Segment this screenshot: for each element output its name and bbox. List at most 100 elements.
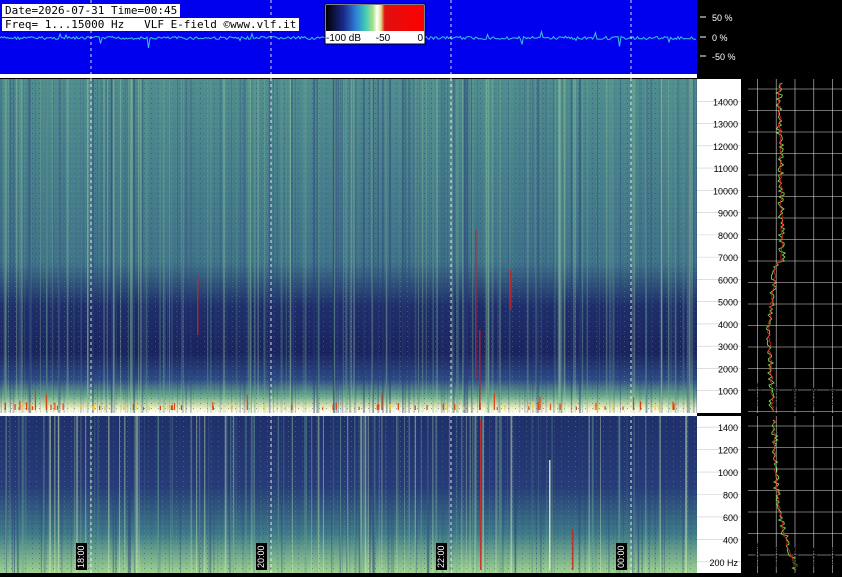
upper-streak — [389, 79, 391, 413]
upper-streak — [689, 79, 691, 413]
burst — [658, 404, 660, 410]
upper-streak — [650, 79, 652, 413]
lower-streak — [420, 416, 422, 573]
spectrogram-divider — [0, 413, 697, 416]
burst — [123, 403, 125, 410]
burst — [654, 403, 656, 410]
upper-streak — [219, 79, 222, 413]
upper-streak — [552, 79, 555, 413]
upper-streak — [4, 79, 7, 413]
lower-streak — [318, 416, 320, 573]
lower-streak — [235, 416, 238, 573]
upper-streak — [340, 79, 342, 413]
red-signal — [475, 230, 477, 380]
upper-streak — [53, 79, 54, 413]
upper-spectrogram-noise — [0, 79, 697, 413]
profile-tick-label: -40 dB — [810, 546, 819, 570]
burst — [504, 404, 506, 410]
burst — [397, 403, 399, 410]
upper-streak — [563, 79, 566, 413]
lower-streak — [291, 416, 293, 573]
lower-streak — [159, 416, 161, 573]
upper-streak — [463, 79, 466, 413]
upper-streak — [177, 79, 178, 413]
upper-streak — [457, 79, 460, 413]
burst — [445, 403, 447, 410]
lower-streak — [385, 416, 386, 573]
upper-streak — [215, 79, 217, 413]
burst — [455, 406, 457, 410]
upper-streak — [115, 79, 117, 413]
lower-streak — [196, 416, 198, 573]
lower-streak — [481, 416, 484, 573]
lower-streak — [663, 416, 665, 573]
upper-streak — [538, 79, 540, 413]
upper-streak — [58, 79, 60, 413]
burst — [604, 406, 606, 410]
burst — [59, 407, 61, 410]
upper-streak — [126, 79, 129, 413]
colorbar-label: -50 — [376, 33, 391, 44]
upper-streak — [404, 79, 406, 413]
upper-streak — [18, 79, 21, 413]
upper-streak — [351, 79, 352, 413]
lower-streak — [552, 416, 553, 573]
upper-streak — [235, 79, 238, 413]
lower-streak — [545, 416, 547, 573]
upper-streak — [422, 79, 423, 413]
upper-streak — [447, 79, 449, 413]
upper-y-tick-label: 4000 — [718, 320, 738, 330]
lower-streak — [283, 416, 285, 573]
lower-streak — [144, 416, 146, 573]
upper-streak — [276, 79, 278, 413]
lower-streak — [57, 416, 60, 573]
lower-streak — [654, 416, 656, 573]
waveform-axis-label: 50 % — [712, 13, 733, 23]
upper-streak — [162, 79, 164, 413]
lower-streak — [277, 416, 280, 573]
lower-streak — [304, 416, 306, 573]
lower-streak — [369, 416, 371, 573]
burst — [322, 407, 324, 410]
upper-streak — [471, 79, 473, 413]
upper-streak — [291, 79, 294, 413]
lower-streak — [129, 416, 131, 573]
lower-streak — [190, 416, 193, 573]
upper-streak — [346, 79, 348, 413]
upper-streak — [100, 79, 102, 413]
upper-streak — [231, 79, 233, 413]
upper-streak — [611, 79, 613, 413]
lower-streak — [224, 416, 227, 573]
lower-streak — [363, 416, 365, 573]
burst — [173, 403, 176, 410]
lower-streak — [507, 416, 508, 573]
time-label: 18:00 — [76, 545, 86, 568]
upper-streak — [599, 79, 600, 413]
upper-streak — [27, 79, 29, 413]
lower-streak — [540, 416, 542, 573]
upper-streak — [72, 79, 75, 413]
upper-streak — [183, 79, 184, 413]
waveform-axis-label: 0 % — [712, 33, 728, 43]
upper-streak — [415, 79, 417, 413]
upper-streak — [163, 79, 166, 413]
lower-streak — [355, 416, 357, 573]
upper-streak — [112, 79, 115, 413]
upper-streak — [535, 79, 537, 413]
upper-streak — [451, 79, 453, 413]
upper-streak — [398, 79, 400, 413]
upper-streak — [128, 79, 129, 413]
burst — [332, 404, 334, 410]
header-date-time: Date=2026-07-31 Time=00:45 — [2, 4, 181, 17]
lower-streak — [495, 416, 497, 573]
burst — [80, 403, 82, 410]
burst — [92, 406, 94, 410]
burst — [135, 402, 137, 410]
upper-streak — [579, 79, 581, 413]
colorbar-label: 0 — [417, 33, 423, 44]
burst — [27, 407, 29, 410]
lower-streak — [592, 416, 594, 573]
lower-streak — [180, 416, 182, 573]
lower-streak — [347, 416, 349, 573]
lower-streak — [499, 416, 500, 573]
